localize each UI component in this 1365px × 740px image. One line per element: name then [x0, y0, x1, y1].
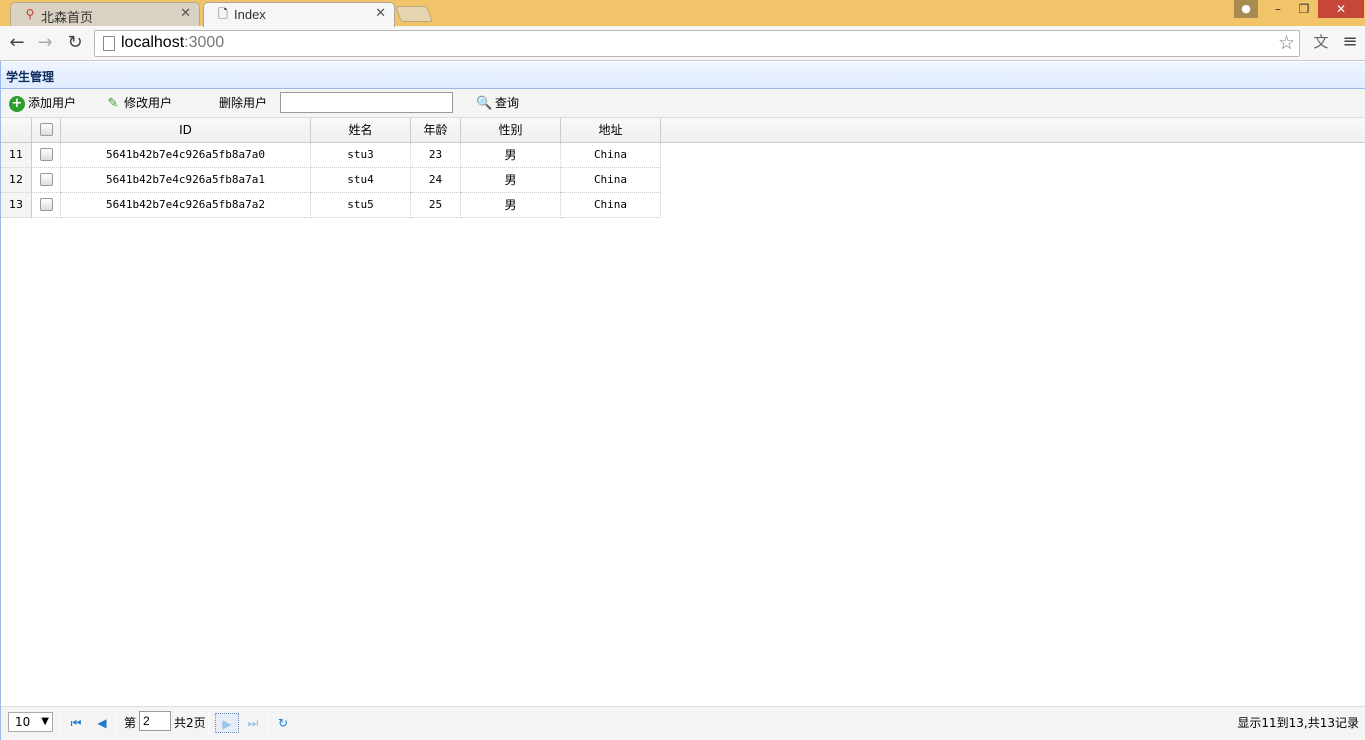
translate-extension-icon[interactable]: 文	[1310, 31, 1332, 53]
column-header-id[interactable]: ID	[61, 118, 311, 143]
bookmark-star-icon[interactable]: ☆	[1278, 32, 1295, 54]
row-checkbox[interactable]	[32, 143, 61, 168]
cell-id: 5641b42b7e4c926a5fb8a7a1	[61, 168, 311, 193]
search-icon: 🔍	[476, 95, 493, 111]
search-input[interactable]	[280, 92, 453, 113]
grid-header: ID 姓名 年龄 性别 地址	[1, 118, 1365, 143]
pager-separator	[208, 712, 209, 734]
row-checkbox[interactable]	[32, 168, 61, 193]
address-bar[interactable]: localhost:3000 ☆	[94, 30, 1300, 57]
row-number: 11	[1, 143, 32, 168]
refresh-icon[interactable]: ↻	[273, 713, 293, 733]
minimize-button[interactable]: –	[1264, 0, 1292, 18]
restore-button[interactable]: ❐	[1290, 0, 1318, 18]
cell-id: 5641b42b7e4c926a5fb8a7a0	[61, 143, 311, 168]
cell-sex: 男	[461, 168, 561, 193]
prev-page-icon[interactable]: ◀	[92, 713, 112, 733]
page-size-select[interactable]: 10 ▼	[8, 712, 53, 732]
cell-sex: 男	[461, 193, 561, 218]
table-row[interactable]: 12 5641b42b7e4c926a5fb8a7a1 stu4 24 男 Ch…	[1, 168, 661, 193]
query-button[interactable]: 🔍 查询	[476, 95, 519, 113]
page-size-value: 10	[15, 715, 31, 729]
user-profile-icon[interactable]: ●	[1234, 0, 1258, 18]
cell-address: China	[561, 193, 661, 218]
add-user-label: 添加用户	[28, 96, 77, 110]
cell-age: 25	[411, 193, 461, 218]
panel-title: 学生管理	[6, 70, 55, 84]
select-all-checkbox[interactable]	[32, 118, 61, 143]
new-tab-button[interactable]	[395, 6, 433, 22]
tab-beisen-home[interactable]: ⚲ 北森首页 ✕	[10, 2, 200, 26]
tab-title: 北森首页	[41, 10, 94, 25]
cell-age: 24	[411, 168, 461, 193]
last-page-icon[interactable]: ⏭	[243, 713, 263, 733]
cell-id: 5641b42b7e4c926a5fb8a7a2	[61, 193, 311, 218]
row-number-header	[1, 118, 32, 143]
back-arrow-icon[interactable]: ←	[6, 32, 28, 54]
row-number: 13	[1, 193, 32, 218]
delete-user-label: 删除用户	[219, 96, 268, 110]
page-content: 学生管理 + 添加用户 ✎ 修改用户 删除用户 🔍 查询 ID 姓名 年龄 性别 地址	[0, 61, 1365, 740]
row-checkbox[interactable]	[32, 193, 61, 218]
column-header-sex[interactable]: 性别	[461, 118, 561, 143]
menu-icon[interactable]: ≡	[1340, 31, 1360, 53]
pager-separator	[116, 712, 117, 734]
tab-title: Index	[234, 7, 266, 22]
column-header-name[interactable]: 姓名	[311, 118, 411, 143]
grid-toolbar: + 添加用户 ✎ 修改用户 删除用户 🔍 查询	[1, 89, 1365, 118]
dropdown-arrow-icon: ▼	[41, 716, 49, 727]
pager-separator	[267, 712, 268, 734]
cell-name: stu4	[311, 168, 411, 193]
edit-user-label: 修改用户	[124, 96, 173, 110]
page-prefix-label: 第	[124, 716, 137, 730]
pagination-bar: 10 ▼ ⏮ ◀ 第 共2页 ▶ ⏭ ↻ 显示11到13,共13记录	[1, 706, 1365, 740]
query-label: 查询	[495, 96, 520, 110]
grid-body: 11 5641b42b7e4c926a5fb8a7a0 stu3 23 男 Ch…	[1, 143, 661, 218]
pencil-icon: ✎	[107, 95, 119, 111]
tab-close-icon[interactable]: ✕	[180, 6, 191, 21]
panel-header: 学生管理	[1, 62, 1365, 89]
reload-icon[interactable]: ↻	[64, 32, 86, 54]
cell-name: stu5	[311, 193, 411, 218]
cell-address: China	[561, 143, 661, 168]
column-header-address[interactable]: 地址	[561, 118, 661, 143]
first-page-icon[interactable]: ⏮	[66, 713, 86, 733]
browser-toolbar: ← → ↻ localhost:3000 ☆	[0, 26, 1365, 61]
cell-sex: 男	[461, 143, 561, 168]
table-row[interactable]: 13 5641b42b7e4c926a5fb8a7a2 stu5 25 男 Ch…	[1, 193, 661, 218]
page-icon: 🗋	[218, 7, 228, 21]
column-header-age[interactable]: 年龄	[411, 118, 461, 143]
page-icon	[103, 36, 115, 51]
delete-user-button[interactable]: 删除用户	[219, 95, 267, 113]
tab-close-icon[interactable]: ✕	[375, 6, 386, 21]
forward-arrow-icon[interactable]: →	[34, 32, 56, 54]
row-number: 12	[1, 168, 32, 193]
url-text: localhost:3000	[121, 34, 225, 51]
next-page-icon[interactable]: ▶	[215, 713, 239, 733]
cell-age: 23	[411, 143, 461, 168]
cell-address: China	[561, 168, 661, 193]
pager-separator	[60, 712, 61, 734]
table-row[interactable]: 11 5641b42b7e4c926a5fb8a7a0 stu3 23 男 Ch…	[1, 143, 661, 168]
cell-name: stu3	[311, 143, 411, 168]
browser-titlebar: ⚲ 北森首页 ✕ 🗋 Index ✕ ● – ❐ ✕	[0, 0, 1365, 27]
page-total-label: 共2页	[174, 716, 206, 730]
close-window-button[interactable]: ✕	[1318, 0, 1364, 18]
edit-user-button[interactable]: ✎ 修改用户	[105, 95, 172, 113]
tab-index[interactable]: 🗋 Index ✕	[203, 2, 395, 27]
pagination-info: 显示11到13,共13记录	[1237, 716, 1359, 730]
current-page-input[interactable]	[139, 711, 171, 731]
beisen-logo-icon: ⚲	[25, 7, 35, 21]
add-user-button[interactable]: + 添加用户	[9, 95, 76, 113]
add-icon: +	[9, 95, 25, 112]
